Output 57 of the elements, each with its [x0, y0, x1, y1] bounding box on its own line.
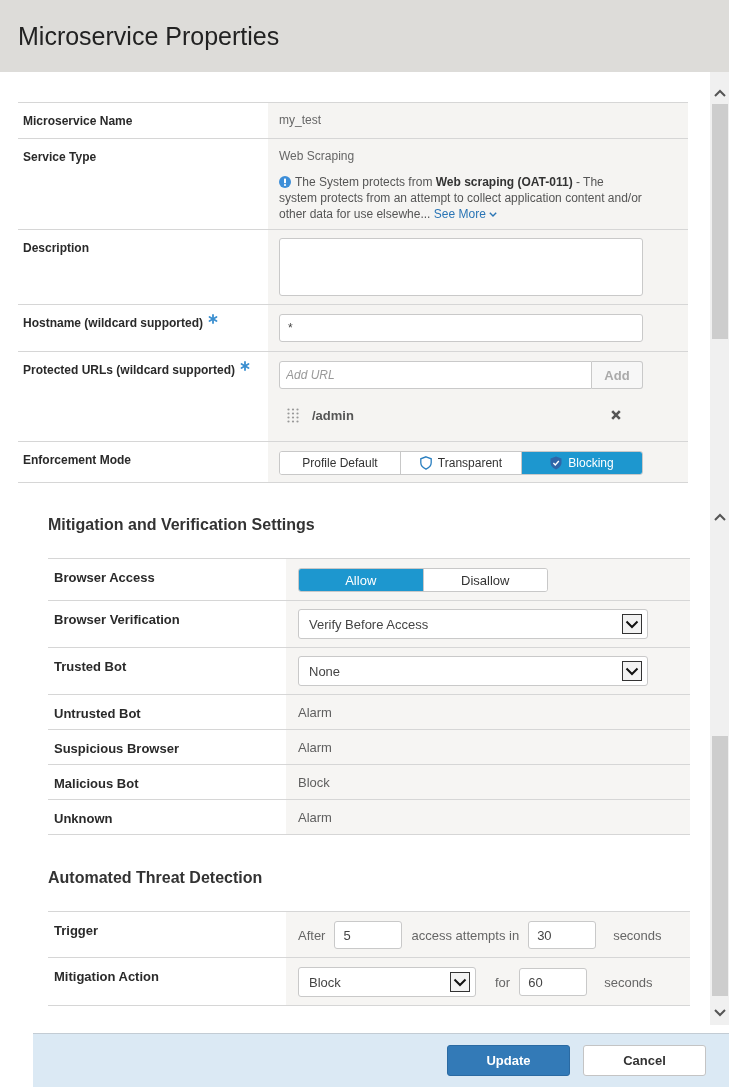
- field-value: Alarm: [298, 809, 333, 826]
- scroll-up-icon[interactable]: [713, 513, 726, 521]
- dialog-title: Microservice Properties: [18, 21, 280, 51]
- field-value: Alarm: [298, 704, 333, 721]
- shield-icon: [419, 456, 432, 470]
- field-label: Trusted Bot: [54, 659, 127, 674]
- section-heading: Mitigation and Verification Settings: [48, 515, 316, 535]
- info-icon: [279, 176, 291, 188]
- field-label: Microservice Name: [23, 114, 133, 129]
- field-label: Browser Verification: [54, 612, 180, 627]
- hostname-field[interactable]: *: [279, 314, 643, 342]
- field-label: Suspicious Browser: [54, 741, 179, 756]
- primary-button[interactable]: Update: [447, 1045, 570, 1076]
- description-field[interactable]: [279, 238, 643, 296]
- url-item: /admin: [312, 407, 355, 423]
- field-label: Mitigation Action: [54, 969, 159, 984]
- scrollbar-thumb[interactable]: [712, 104, 728, 339]
- section-heading: Automated Threat Detection: [48, 868, 264, 888]
- field-label: Unknown: [54, 811, 113, 826]
- scrollbar[interactable]: [710, 483, 729, 1025]
- number-field[interactable]: 30: [528, 921, 597, 949]
- url-field[interactable]: Add URL: [279, 361, 592, 389]
- field-text: access attempts in: [411, 927, 520, 943]
- see-more-link[interactable]: See More: [433, 207, 497, 221]
- field-label: Enforcement Mode: [23, 453, 131, 468]
- field-value: Web Scraping: [279, 148, 356, 165]
- field-label: Description: [23, 241, 89, 256]
- dropdown-select[interactable]: Verify Before Access: [298, 609, 648, 639]
- scrollbar[interactable]: [710, 72, 729, 483]
- field-value: Block: [298, 774, 331, 791]
- field-label: Malicious Bot: [54, 776, 139, 791]
- field-label: Protected URLs (wildcard supported): [23, 363, 236, 378]
- field-text: seconds: [604, 974, 653, 990]
- scroll-up-icon[interactable]: [713, 89, 726, 97]
- field-value: my_test: [279, 112, 322, 129]
- field-label: Untrusted Bot: [54, 706, 141, 721]
- number-field[interactable]: 5: [334, 921, 403, 949]
- info-text: The System protects from Web scraping (OAT-011) - The system protects from an attempt to collect application content and/or other data for use elsewhe... See More: [279, 174, 643, 222]
- shield-check-icon: [550, 456, 563, 470]
- field-label: Hostname (wildcard supported): [23, 316, 204, 331]
- toggle-button[interactable]: Disallow: [422, 569, 547, 591]
- field-text: After: [298, 927, 326, 943]
- field-label: Browser Access: [54, 570, 155, 585]
- field-value: Alarm: [298, 739, 333, 756]
- scroll-down-icon[interactable]: [713, 1009, 726, 1017]
- drag-handle-icon[interactable]: [287, 407, 299, 423]
- chevron-down-icon: [488, 212, 497, 217]
- field-text: seconds: [613, 927, 662, 943]
- dropdown-select[interactable]: None: [298, 656, 648, 686]
- field-label: Trigger: [54, 923, 99, 938]
- dropdown-select[interactable]: Block: [298, 967, 476, 997]
- field-label: Service Type: [23, 150, 97, 165]
- remove-icon[interactable]: [611, 410, 621, 420]
- field-text: for: [495, 974, 511, 990]
- number-field[interactable]: 60: [519, 968, 588, 996]
- secondary-button[interactable]: Cancel: [583, 1045, 706, 1076]
- scrollbar-thumb[interactable]: [712, 736, 728, 996]
